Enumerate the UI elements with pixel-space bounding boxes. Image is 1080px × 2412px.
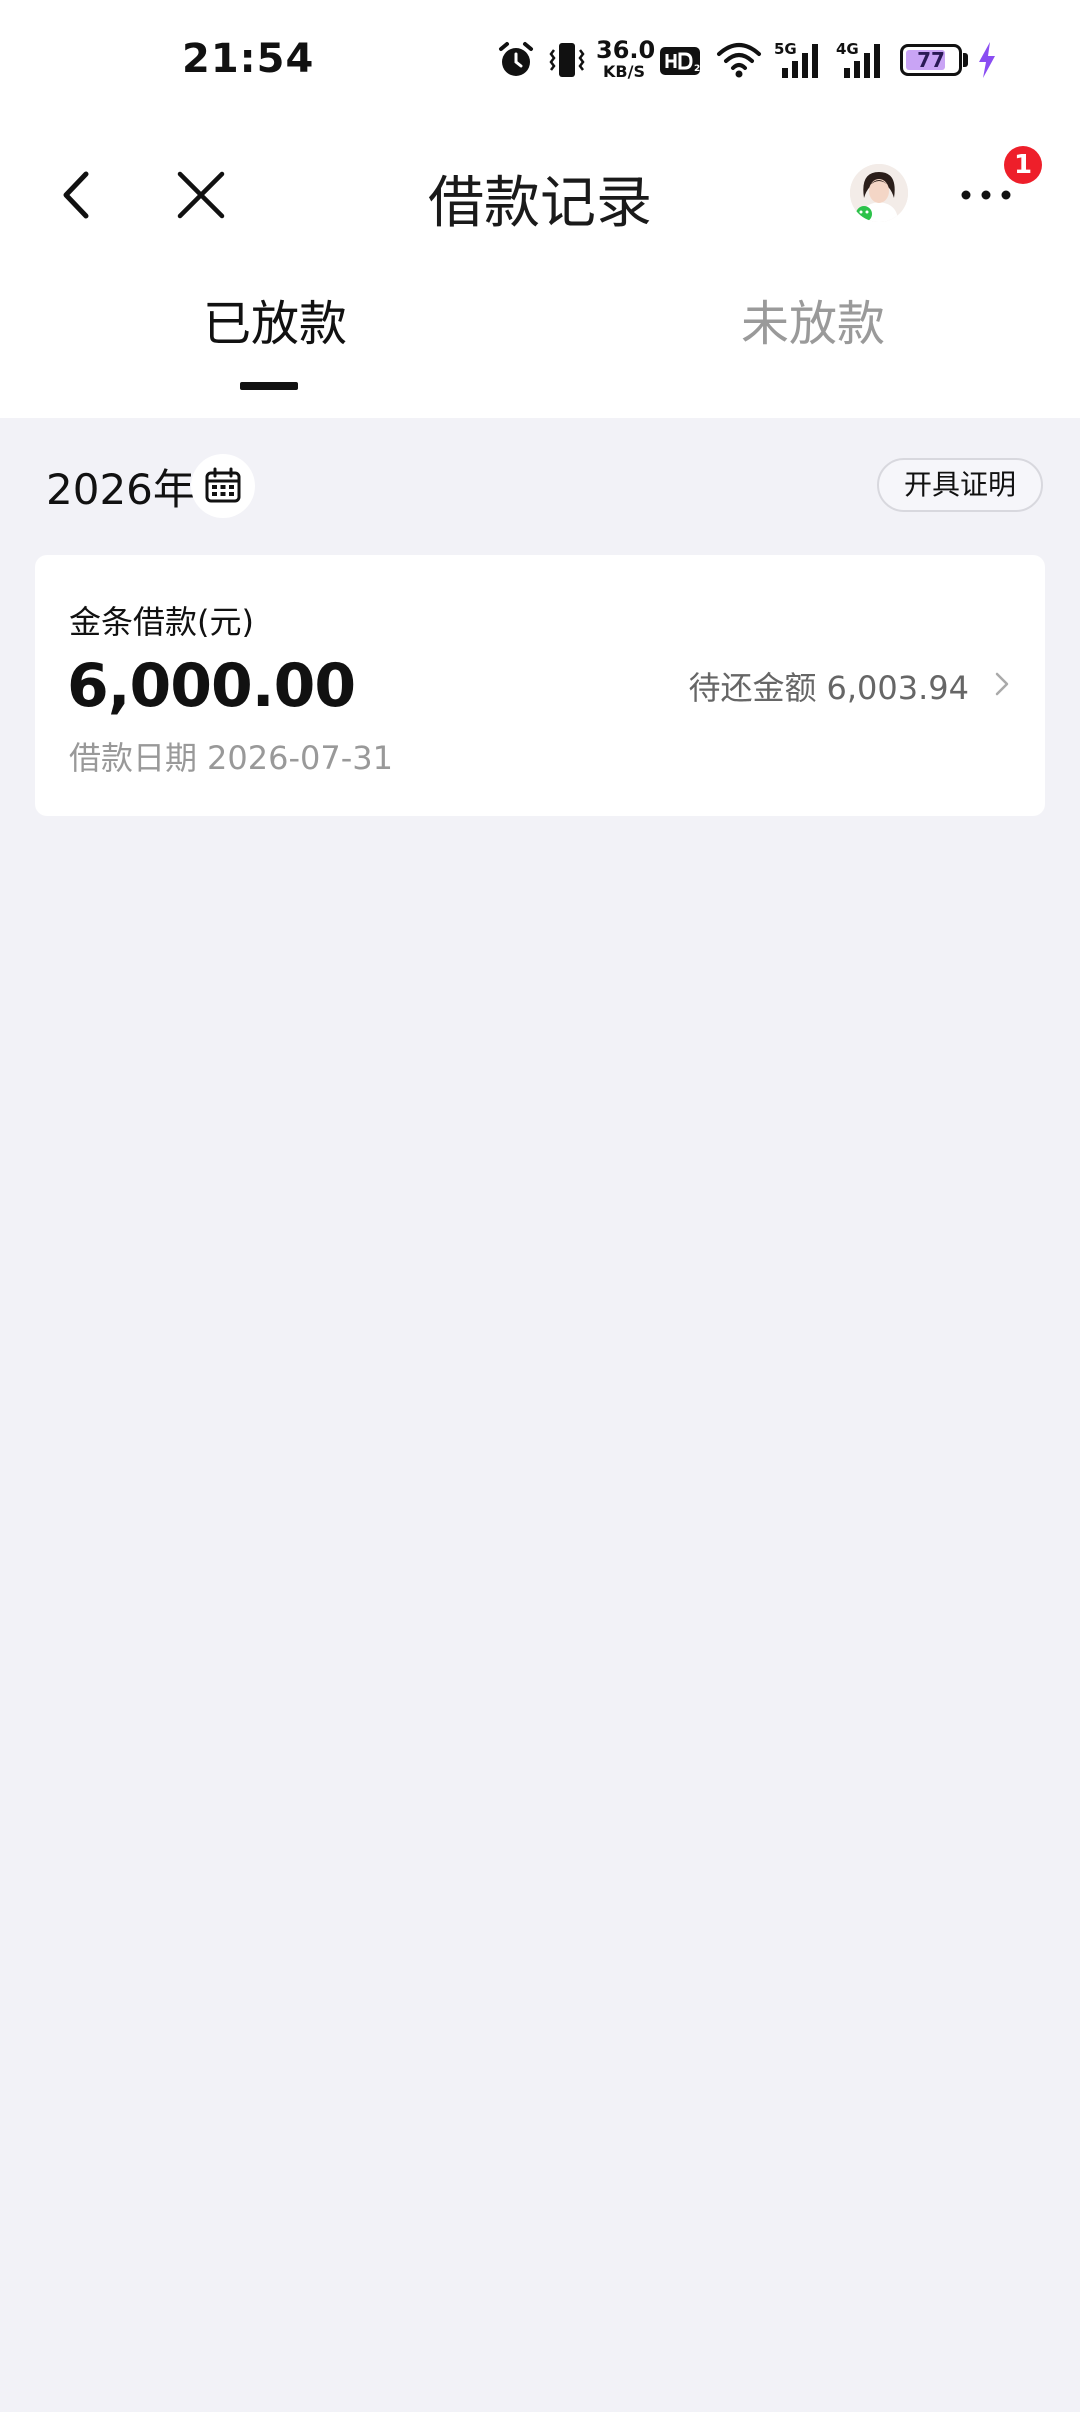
back-button[interactable] [52, 160, 104, 230]
close-icon [177, 171, 225, 219]
issue-certificate-button[interactable]: 开具证明 [877, 458, 1043, 512]
charging-icon [979, 42, 995, 78]
calendar-icon [205, 467, 241, 503]
close-button[interactable] [170, 160, 232, 230]
avatar-image [850, 164, 908, 222]
5g-signal-icon: 5G [774, 40, 818, 78]
due-amount-value: 6,003.94 [826, 669, 970, 707]
calendar-button[interactable] [191, 454, 255, 518]
status-bar: 21:54 36.0 KB/S 2 5G 4G 77 [0, 0, 1080, 120]
status-time: 21:54 [182, 36, 315, 82]
due-amount-label: 待还金额 [688, 669, 817, 707]
page-title: 借款记录 [428, 171, 652, 236]
avatar[interactable] [850, 164, 908, 222]
loan-amount: 6,000.00 [67, 651, 356, 721]
net-speed-value: 36.0 [596, 36, 656, 64]
svg-text:4G: 4G [836, 40, 859, 58]
alarm-icon [499, 42, 533, 76]
notification-badge: 1 [1004, 146, 1042, 184]
year-label[interactable]: 2026年 [46, 456, 195, 517]
tab-disbursed[interactable]: 已放款 [203, 300, 347, 348]
chevron-right-icon [995, 672, 1009, 696]
vibrate-icon [549, 43, 585, 77]
tab-not-disbursed[interactable]: 未放款 [741, 300, 885, 348]
loan-record-card[interactable]: 金条借款(元) 6,000.00 借款日期 2026-07-31 待还金额 6,00… [35, 555, 1045, 816]
wifi-icon [717, 43, 761, 78]
4g-signal-icon: 4G [836, 40, 880, 78]
battery-nub [963, 53, 968, 67]
loan-name: 金条借款(元) [69, 603, 254, 641]
loan-date-value: 2026-07-31 [207, 739, 393, 777]
hd-icon: 2 [660, 47, 700, 75]
loan-date-row: 借款日期 2026-07-31 [69, 733, 403, 779]
svg-text:5G: 5G [774, 40, 797, 58]
net-speed: 36.0 KB/S [596, 36, 656, 81]
loan-date-label: 借款日期 [69, 739, 198, 777]
tab-indicator [240, 382, 298, 390]
battery-level: 77 [917, 48, 945, 72]
due-amount-row: 待还金额 6,003.94 [688, 663, 979, 709]
battery-icon: 77 [900, 44, 962, 76]
back-icon [63, 171, 89, 219]
svg-text:2: 2 [694, 64, 700, 74]
net-speed-unit: KB/S [603, 62, 645, 81]
